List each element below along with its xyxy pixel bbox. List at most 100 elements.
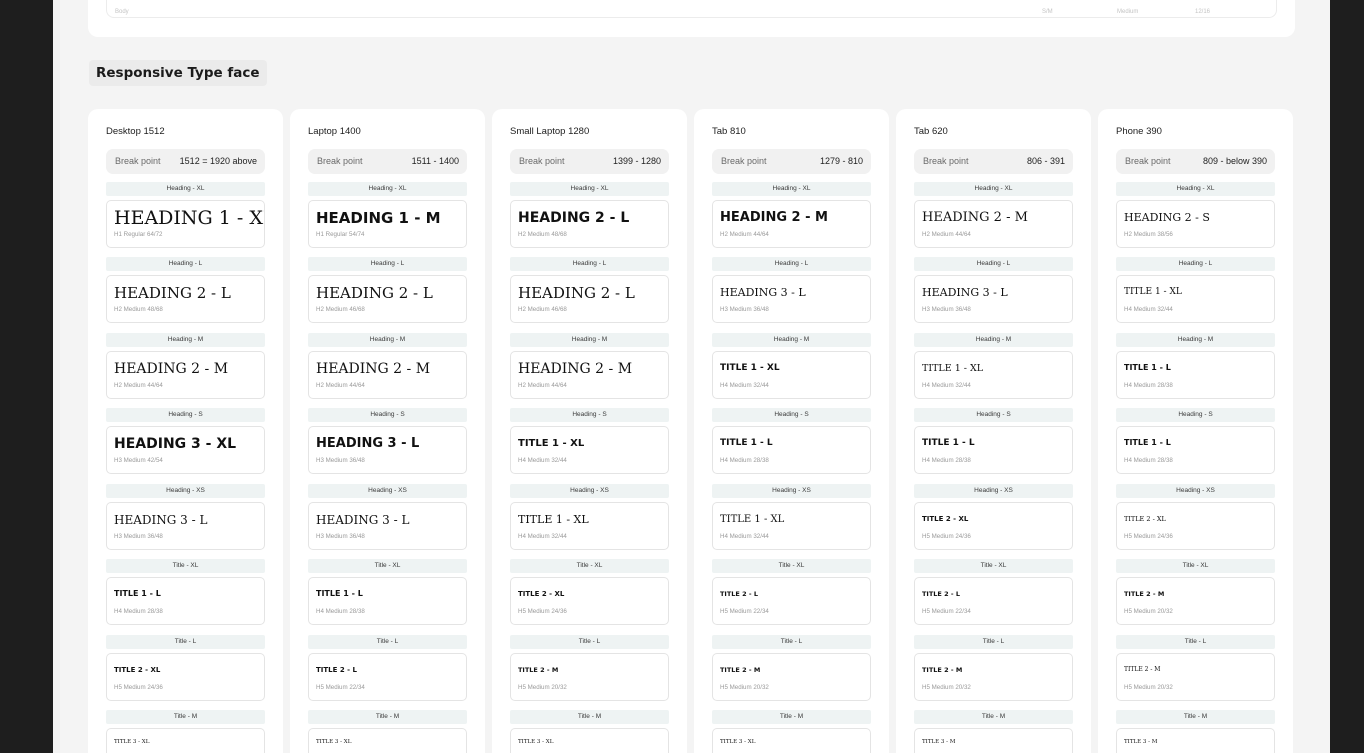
type-row: Title - XL TITLE 2 - L H5 Medium 22/34: [914, 559, 1073, 625]
level-label: Heading - XS: [914, 484, 1073, 498]
type-sample-card[interactable]: HEADING 3 - L H3 Medium 36/48: [308, 502, 467, 550]
type-sample-card[interactable]: HEADING 3 - L H3 Medium 36/48: [106, 502, 265, 550]
type-spec: H4 Medium 32/44: [518, 457, 567, 464]
type-sample-text: TITLE 1 - L: [922, 437, 975, 448]
type-sample-card[interactable]: HEADING 2 - L H2 Medium 46/68: [308, 275, 467, 323]
type-sample-card[interactable]: HEADING 2 - M H2 Medium 44/64: [914, 200, 1073, 248]
type-spec: H3 Medium 36/48: [114, 533, 163, 540]
type-spec: H5 Medium 22/34: [720, 608, 769, 615]
type-sample-text: HEADING 3 - L: [720, 286, 806, 300]
type-sample-card[interactable]: TITLE 2 - M H5 Medium 20/32: [1116, 653, 1275, 701]
column-title: Phone 390: [1116, 126, 1162, 137]
type-spec: H3 Medium 36/48: [922, 306, 971, 313]
type-sample-card[interactable]: TITLE 2 - M H5 Medium 20/32: [712, 653, 871, 701]
type-spec: H1 Regular 64/72: [114, 231, 163, 238]
type-sample-card[interactable]: TITLE 3 - XL: [106, 728, 265, 753]
type-sample-card[interactable]: HEADING 3 - XL H3 Medium 42/54: [106, 426, 265, 474]
type-sample-card[interactable]: TITLE 1 - XL H4 Medium 32/44: [914, 351, 1073, 399]
type-sample-card[interactable]: TITLE 2 - XL H5 Medium 24/36: [1116, 502, 1275, 550]
type-sample-card[interactable]: TITLE 2 - L H5 Medium 22/34: [914, 577, 1073, 625]
type-sample-card[interactable]: HEADING 2 - S H2 Medium 38/56: [1116, 200, 1275, 248]
type-sample-card[interactable]: HEADING 2 - M H2 Medium 44/64: [308, 351, 467, 399]
type-spec: H4 Medium 32/44: [720, 533, 769, 540]
type-sample-card[interactable]: TITLE 3 - M: [914, 728, 1073, 753]
type-sample-card[interactable]: TITLE 3 - XL: [308, 728, 467, 753]
level-label: Heading - M: [308, 333, 467, 347]
type-row: Title - M TITLE 3 - XL: [510, 710, 669, 753]
breakpoint-value: 1512 = 1920 above: [179, 156, 257, 166]
type-spec: H4 Medium 32/44: [720, 382, 769, 389]
type-sample-text: TITLE 1 - L: [720, 437, 773, 448]
type-sample-card[interactable]: TITLE 1 - XL H4 Medium 32/44: [510, 426, 669, 474]
type-sample-card[interactable]: TITLE 2 - XL H5 Medium 24/36: [510, 577, 669, 625]
type-row: Heading - L HEADING 2 - L H2 Medium 48/68: [106, 257, 265, 323]
type-sample-card[interactable]: TITLE 3 - XL: [712, 728, 871, 753]
breakpoint-label: Break point: [1125, 156, 1171, 166]
type-sample-card[interactable]: TITLE 1 - L H4 Medium 28/38: [712, 426, 871, 474]
column-title: Laptop 1400: [308, 126, 361, 137]
type-sample-card[interactable]: HEADING 1 - XL H1 Regular 64/72: [106, 200, 265, 248]
type-sample-card[interactable]: TITLE 1 - L H4 Medium 28/38: [308, 577, 467, 625]
type-sample-card[interactable]: TITLE 1 - XL H4 Medium 32/44: [712, 502, 871, 550]
type-sample-card[interactable]: HEADING 3 - L H3 Medium 36/48: [914, 275, 1073, 323]
level-label: Heading - M: [106, 333, 265, 347]
type-row: Heading - XL HEADING 2 - L H2 Medium 48/68: [510, 182, 669, 248]
type-sample-card[interactable]: TITLE 2 - XL H5 Medium 24/36: [914, 502, 1073, 550]
type-spec: H5 Medium 24/36: [114, 684, 163, 691]
level-label: Title - L: [308, 635, 467, 649]
type-sample-text: TITLE 2 - L: [922, 590, 961, 599]
type-sample-card[interactable]: HEADING 3 - L H3 Medium 36/48: [712, 275, 871, 323]
type-sample-card[interactable]: TITLE 2 - L H5 Medium 22/34: [308, 653, 467, 701]
type-row: Heading - M TITLE 1 - XL H4 Medium 32/44: [914, 333, 1073, 399]
level-label: Heading - XS: [1116, 484, 1275, 498]
type-row: Title - M TITLE 3 - M: [914, 710, 1073, 753]
type-sample-card[interactable]: HEADING 2 - L H2 Medium 46/68: [510, 275, 669, 323]
breakpoint-label: Break point: [721, 156, 767, 166]
type-sample-card[interactable]: TITLE 2 - M H5 Medium 20/32: [510, 653, 669, 701]
type-sample-text: HEADING 3 - L: [316, 436, 420, 452]
type-sample-card[interactable]: TITLE 2 - M H5 Medium 20/32: [1116, 577, 1275, 625]
level-label: Title - L: [914, 635, 1073, 649]
type-sample-text: TITLE 1 - XL: [1124, 286, 1182, 297]
type-sample-card[interactable]: TITLE 1 - L H4 Medium 28/38: [914, 426, 1073, 474]
type-sample-card[interactable]: TITLE 1 - XL H4 Medium 32/44: [712, 351, 871, 399]
type-row: Title - L TITLE 2 - M H5 Medium 20/32: [1116, 635, 1275, 701]
type-sample-card[interactable]: HEADING 2 - M H2 Medium 44/64: [712, 200, 871, 248]
type-sample-card[interactable]: TITLE 2 - L H5 Medium 22/34: [712, 577, 871, 625]
level-label: Heading - XL: [106, 182, 265, 196]
type-spec: H5 Medium 20/32: [1124, 684, 1173, 691]
previous-section-card: Body S/M Medium 12/16: [88, 0, 1295, 37]
previous-row-cell: Body: [115, 9, 129, 15]
type-sample-card[interactable]: TITLE 3 - XL: [510, 728, 669, 753]
type-sample-text: HEADING 2 - L: [316, 284, 433, 303]
type-sample-card[interactable]: HEADING 1 - M H1 Regular 54/74: [308, 200, 467, 248]
breakpoint-pill: Break point 1399 - 1280: [510, 149, 669, 174]
breakpoint-value: 806 - 391: [1026, 156, 1065, 166]
type-sample-card[interactable]: HEADING 2 - M H2 Medium 44/64: [106, 351, 265, 399]
level-label: Heading - M: [712, 333, 871, 347]
type-sample-card[interactable]: HEADING 2 - L H2 Medium 48/68: [510, 200, 669, 248]
type-sample-card[interactable]: TITLE 1 - L H4 Medium 28/38: [1116, 426, 1275, 474]
type-sample-card[interactable]: TITLE 3 - M: [1116, 728, 1275, 753]
type-row: Title - XL TITLE 2 - XL H5 Medium 24/36: [510, 559, 669, 625]
type-sample-card[interactable]: TITLE 1 - XL H4 Medium 32/44: [510, 502, 669, 550]
type-row: Heading - XS TITLE 2 - XL H5 Medium 24/36: [914, 484, 1073, 550]
type-row: Heading - S TITLE 1 - L H4 Medium 28/38: [914, 408, 1073, 474]
type-sample-text: HEADING 1 - M: [316, 209, 441, 228]
type-sample-text: HEADING 3 - L: [316, 512, 410, 527]
type-sample-card[interactable]: HEADING 3 - L H3 Medium 36/48: [308, 426, 467, 474]
breakpoint-pill: Break point 1512 = 1920 above: [106, 149, 265, 174]
type-sample-card[interactable]: TITLE 1 - XL H4 Medium 32/44: [1116, 275, 1275, 323]
type-sample-card[interactable]: TITLE 1 - L H4 Medium 28/38: [106, 577, 265, 625]
breakpoint-label: Break point: [115, 156, 161, 166]
level-label: Title - M: [914, 710, 1073, 724]
type-row: Title - L TITLE 2 - M H5 Medium 20/32: [510, 635, 669, 701]
type-sample-card[interactable]: TITLE 1 - L H4 Medium 28/38: [1116, 351, 1275, 399]
type-row: Title - M TITLE 3 - M: [1116, 710, 1275, 753]
type-sample-card[interactable]: TITLE 2 - M H5 Medium 20/32: [914, 653, 1073, 701]
type-sample-card[interactable]: HEADING 2 - L H2 Medium 48/68: [106, 275, 265, 323]
level-label: Title - M: [510, 710, 669, 724]
type-spec: H4 Medium 28/38: [720, 457, 769, 464]
type-sample-card[interactable]: TITLE 2 - XL H5 Medium 24/36: [106, 653, 265, 701]
type-sample-card[interactable]: HEADING 2 - M H2 Medium 44/64: [510, 351, 669, 399]
